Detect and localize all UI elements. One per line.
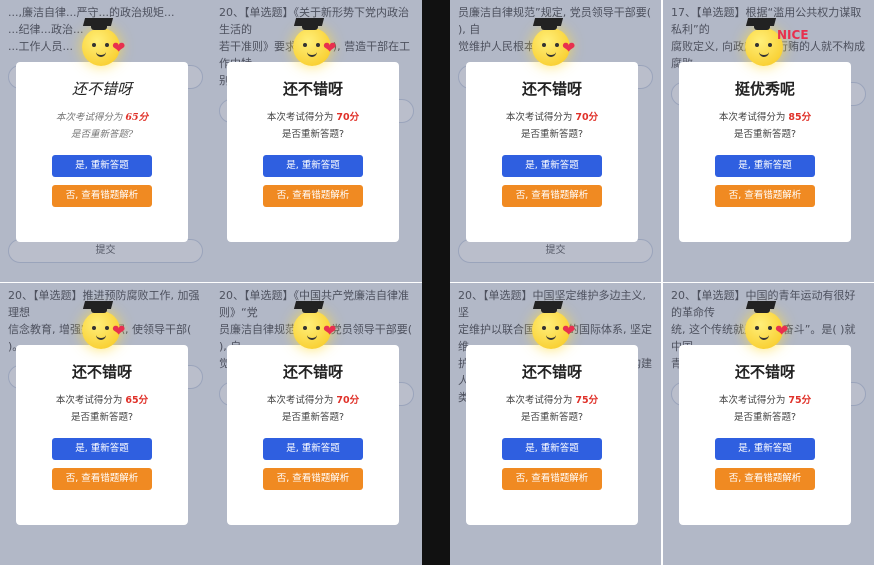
dialog-message: 本次考试得分为 70分 是否重新答题? [466,109,638,143]
dialog-title: 还不错呀 [521,363,582,381]
result-dialog: 挺优秀呢 本次考试得分为 85分 是否重新答题? 是, 重新答题 否, 查看错题… [679,62,851,242]
dialog-title: 还不错呀 [282,80,343,98]
score-prefix: 本次考试得分为 [718,395,786,406]
dialog-message: 本次考试得分为 70分 是否重新答题? [227,392,399,426]
retry-question: 是否重新答题? [733,412,797,423]
heart-icon: ❤ [323,38,337,57]
score-prefix: 本次考试得分为 [505,112,573,123]
retry-question: 是否重新答题? [520,129,584,140]
dialog-title: 还不错呀 [734,363,795,381]
dialog-message: 本次考试得分为 75分 是否重新答题? [679,392,851,426]
retry-button[interactable]: 是, 重新答题 [715,155,815,177]
retry-question: 是否重新答题? [733,129,797,140]
quiz-panel: 17、【单选题】根据“滥用公共权力谋取私利”的 腐败定义, 向政府官员行贿的人就不… [663,0,874,282]
quiz-panel: 20、【单选题】中国坚定维护多边主义, 坚定维护以联合国为核心的国际体系, 坚定… [450,283,661,565]
graduation-cap-mascot-icon: ❤ [528,14,578,68]
graduation-cap-mascot-icon: ❤ [741,297,791,351]
quiz-panel: 20、【单选题】中国的青年运动有很好的革命传统, 这个传统就是“永久奋斗”。是(… [663,283,874,565]
score-value: 85分 [788,112,812,123]
retry-button[interactable]: 是, 重新答题 [502,155,602,177]
retry-button[interactable]: 是, 重新答题 [263,155,363,177]
score-value: 65分 [125,395,149,406]
result-dialog: 还不错呀 本次考试得分为 70分 是否重新答题? 是, 重新答题 否, 查看错题… [227,62,399,242]
review-mistakes-button[interactable]: 否, 查看错题解析 [715,185,815,207]
quiz-panel: 20、【单选题】推进预防腐败工作, 加强理想信念教育, 增强宗旨意识, 使领导干… [0,283,211,565]
graduation-cap-mascot-icon: ❤ [289,14,339,68]
score-prefix: 本次考试得分为 [266,395,334,406]
graduation-cap-mascot-icon: ❤ [528,297,578,351]
graduation-cap-mascot-icon: ❤ [289,297,339,351]
result-dialog: 还不错呀 本次考试得分为 65分 是否重新答题? 是, 重新答题 否, 查看错题… [16,345,188,525]
score-value: 75分 [788,395,812,406]
quiz-panel: 20、【单选题】《中国共产党廉洁自律准则》“党 员廉洁自律规范”规定, 党员领导干… [211,283,422,565]
dialog-title: 挺优秀呢 [734,80,795,98]
score-value: 70分 [336,112,360,123]
review-mistakes-button[interactable]: 否, 查看错题解析 [502,185,602,207]
score-value: 65分 [125,112,149,123]
heart-icon: ❤ [112,321,126,340]
quiz-panel: 20、【单选题】《关于新形势下党内政治生活的若干准则》要求, 建立( ), 营造… [211,0,422,282]
review-mistakes-button[interactable]: 否, 查看错题解析 [263,185,363,207]
dialog-message: 本次考试得分为 65分 是否重新答题? [16,109,188,143]
retry-button[interactable]: 是, 重新答题 [52,438,152,460]
column-divider [422,0,450,565]
dialog-message: 本次考试得分为 85分 是否重新答题? [679,109,851,143]
dialog-title: 还不错呀 [71,80,132,98]
retry-question: 是否重新答题? [70,412,134,423]
dialog-message: 本次考试得分为 70分 是否重新答题? [227,109,399,143]
dialog-message: 本次考试得分为 65分 是否重新答题? [16,392,188,426]
dialog-title: 还不错呀 [282,363,343,381]
quiz-panel: 员廉洁自律规范”规定, 党员领导干部要( ), 自觉维护人民根本利益...廉洁从… [450,0,661,282]
score-value: 70分 [575,112,599,123]
result-dialog: 还不错呀 本次考试得分为 70分 是否重新答题? 是, 重新答题 否, 查看错题… [227,345,399,525]
retry-button[interactable]: 是, 重新答题 [502,438,602,460]
dialog-title: 还不错呀 [521,80,582,98]
heart-icon: ❤ [562,38,576,57]
score-prefix: 本次考试得分为 [55,395,123,406]
score-prefix: 本次考试得分为 [718,112,786,123]
graduation-cap-mascot-icon: ❤ [78,297,128,351]
graduation-cap-mascot-icon: NICE [741,14,809,68]
nice-badge: NICE [777,28,809,42]
retry-button[interactable]: 是, 重新答题 [263,438,363,460]
heart-icon: ❤ [562,321,576,340]
retry-button[interactable]: 是, 重新答题 [52,155,152,177]
result-dialog: 还不错呀 本次考试得分为 65分 是否重新答题? 是, 重新答题 否, 查看错题… [16,62,188,242]
retry-question: 是否重新答题? [70,129,134,140]
heart-icon: ❤ [775,321,789,340]
heart-icon: ❤ [323,321,337,340]
retry-question: 是否重新答题? [281,129,345,140]
result-dialog: 还不错呀 本次考试得分为 75分 是否重新答题? 是, 重新答题 否, 查看错题… [466,345,638,525]
score-value: 75分 [575,395,599,406]
dialog-message: 本次考试得分为 75分 是否重新答题? [466,392,638,426]
review-mistakes-button[interactable]: 否, 查看错题解析 [52,468,152,490]
score-prefix: 本次考试得分为 [266,112,334,123]
result-dialog: 还不错呀 本次考试得分为 70分 是否重新答题? 是, 重新答题 否, 查看错题… [466,62,638,242]
review-mistakes-button[interactable]: 否, 查看错题解析 [502,468,602,490]
dialog-title: 还不错呀 [71,363,132,381]
review-mistakes-button[interactable]: 否, 查看错题解析 [715,468,815,490]
heart-icon: ❤ [112,38,126,57]
review-mistakes-button[interactable]: 否, 查看错题解析 [263,468,363,490]
review-mistakes-button[interactable]: 否, 查看错题解析 [52,185,152,207]
retry-question: 是否重新答题? [520,412,584,423]
score-prefix: 本次考试得分为 [505,395,573,406]
result-dialog: 还不错呀 本次考试得分为 75分 是否重新答题? 是, 重新答题 否, 查看错题… [679,345,851,525]
graduation-cap-mascot-icon: ❤ [78,14,128,68]
score-prefix: 本次考试得分为 [55,112,123,123]
retry-button[interactable]: 是, 重新答题 [715,438,815,460]
score-value: 70分 [336,395,360,406]
quiz-panel: ...,廉洁自律...严守...的政治规矩... ...纪律...政治......… [0,0,211,282]
retry-question: 是否重新答题? [281,412,345,423]
